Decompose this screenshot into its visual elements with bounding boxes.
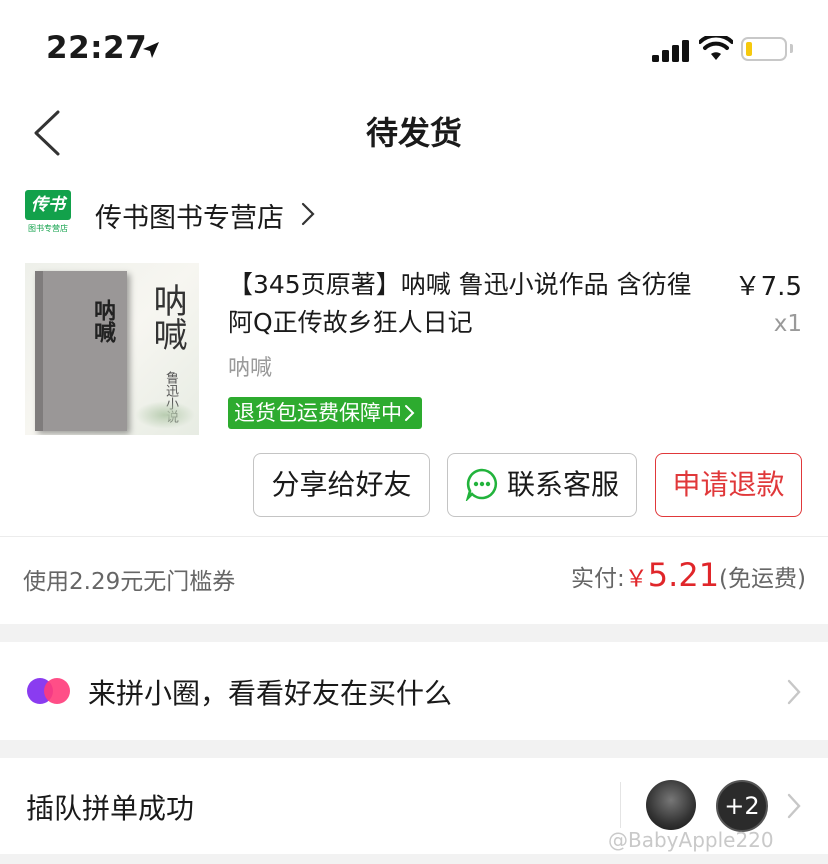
status-time: 22:27 bbox=[46, 30, 148, 66]
shop-name-link[interactable]: 传书图书专营店 bbox=[95, 196, 284, 235]
return-guarantee-label: 退货包运费保障中 bbox=[234, 401, 402, 425]
shop-logo-subtext: 图书专营店 bbox=[28, 224, 68, 233]
battery-level bbox=[746, 42, 752, 56]
paid-amount: 5.21 bbox=[647, 556, 720, 594]
product-quantity: x1 bbox=[773, 311, 802, 337]
book-background-title: 呐喊 bbox=[147, 283, 187, 351]
book-cover: 呐喊 bbox=[35, 271, 127, 431]
book-spine bbox=[35, 271, 43, 431]
contact-service-button[interactable]: 联系客服 bbox=[447, 453, 637, 517]
decorative-leaf bbox=[135, 401, 195, 429]
coupon-info: 使用2.29元无门槛券 bbox=[23, 569, 236, 595]
shop-logo-text: 传书 bbox=[25, 190, 71, 220]
divider bbox=[0, 536, 828, 537]
product-spec: 呐喊 bbox=[228, 356, 273, 381]
pin-circle-icon bbox=[27, 678, 70, 704]
section-gap bbox=[0, 740, 828, 758]
paid-label: 实付: bbox=[571, 566, 625, 592]
more-members-avatar[interactable]: +2 bbox=[716, 780, 768, 832]
battery-cap bbox=[790, 44, 793, 53]
group-status-text: 插队拼单成功 bbox=[26, 792, 195, 825]
divider bbox=[620, 782, 621, 828]
share-to-friend-button[interactable]: 分享给好友 bbox=[253, 453, 430, 517]
product-title[interactable]: 【345页原著】呐喊 鲁迅小说作品 含彷徨 阿Q正传故乡狂人日记 bbox=[228, 266, 698, 342]
location-arrow-icon bbox=[143, 42, 159, 58]
book-cover-title: 呐喊 bbox=[90, 299, 116, 343]
chevron-right-icon[interactable] bbox=[786, 792, 802, 820]
pin-circle-link[interactable]: 来拼小圈，看看好友在买什么 bbox=[88, 672, 452, 712]
paid-amount-row: 实付:￥5.21(免运费) bbox=[571, 556, 806, 594]
cellular-signal-icon bbox=[652, 40, 689, 62]
chat-bubble-icon bbox=[465, 468, 498, 501]
section-gap bbox=[0, 624, 828, 642]
chevron-right-icon bbox=[405, 404, 415, 421]
avatar[interactable] bbox=[646, 780, 696, 830]
product-price: ￥7.5 bbox=[734, 272, 802, 302]
chevron-right-icon[interactable] bbox=[786, 678, 802, 706]
shipping-note: (免运费) bbox=[719, 566, 806, 592]
wifi-icon bbox=[699, 36, 733, 60]
watermark: @BabyApple220 bbox=[608, 828, 774, 852]
battery-icon bbox=[741, 37, 787, 61]
shop-logo[interactable]: 传书 图书专营店 bbox=[25, 190, 71, 236]
product-image[interactable]: 呐喊 呐喊 鲁迅小说 bbox=[25, 263, 199, 435]
page-title: 待发货 bbox=[365, 114, 462, 152]
section-gap bbox=[0, 854, 828, 864]
chevron-right-icon[interactable] bbox=[300, 202, 316, 226]
return-guarantee-badge[interactable]: 退货包运费保障中 bbox=[228, 397, 422, 429]
request-refund-button[interactable]: 申请退款 bbox=[655, 453, 802, 517]
contact-service-label: 联系客服 bbox=[506, 468, 619, 501]
currency-symbol: ￥ bbox=[624, 566, 648, 592]
